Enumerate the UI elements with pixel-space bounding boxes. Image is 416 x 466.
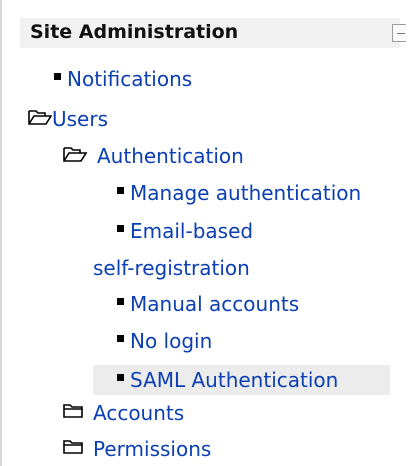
accounts-link[interactable]: Accounts <box>93 401 184 425</box>
tree-item-email-based-continuation[interactable]: self-registration <box>93 255 250 281</box>
open-folder-icon[interactable] <box>63 143 97 169</box>
tree-item-users[interactable]: Users <box>28 106 108 134</box>
tree-item-no-login[interactable]: No login <box>117 328 212 354</box>
tree-item-manual-accounts[interactable]: Manual accounts <box>117 291 299 317</box>
square-bullet-icon <box>117 374 124 381</box>
block-header: Site Administration <box>20 18 406 48</box>
manual-accounts-link[interactable]: Manual accounts <box>130 292 299 316</box>
square-bullet-icon <box>117 298 124 305</box>
closed-folder-icon[interactable] <box>63 400 93 426</box>
tree-item-notifications[interactable]: Notifications <box>54 66 192 92</box>
closed-folder-icon[interactable] <box>63 436 93 462</box>
square-bullet-icon <box>117 225 124 232</box>
block-title: Site Administration <box>30 21 239 43</box>
notifications-link[interactable]: Notifications <box>67 67 192 91</box>
permissions-link[interactable]: Permissions <box>93 437 211 461</box>
site-administration-block: Site Administration Notifications Users … <box>0 0 416 466</box>
tree-item-manage-authentication[interactable]: Manage authentication <box>117 180 361 206</box>
minus-box-icon[interactable] <box>392 24 406 42</box>
square-bullet-icon <box>54 73 61 80</box>
users-link[interactable]: Users <box>52 107 108 131</box>
tree-item-authentication[interactable]: Authentication <box>63 143 244 171</box>
tree-item-email-based[interactable]: Email-based <box>117 218 253 244</box>
tree-item-permissions[interactable]: Permissions <box>63 436 211 464</box>
self-registration-link[interactable]: self-registration <box>93 256 250 280</box>
open-folder-icon[interactable] <box>28 106 53 132</box>
tree-item-accounts[interactable]: Accounts <box>63 400 184 428</box>
square-bullet-icon <box>117 187 124 194</box>
saml-authentication-link[interactable]: SAML Authentication <box>130 368 338 392</box>
authentication-link[interactable]: Authentication <box>97 144 244 168</box>
square-bullet-icon <box>117 335 124 342</box>
no-login-link[interactable]: No login <box>130 329 212 353</box>
email-based-link[interactable]: Email-based <box>130 219 253 243</box>
manage-authentication-link[interactable]: Manage authentication <box>130 181 361 205</box>
tree-item-saml-authentication[interactable]: SAML Authentication <box>117 367 338 393</box>
